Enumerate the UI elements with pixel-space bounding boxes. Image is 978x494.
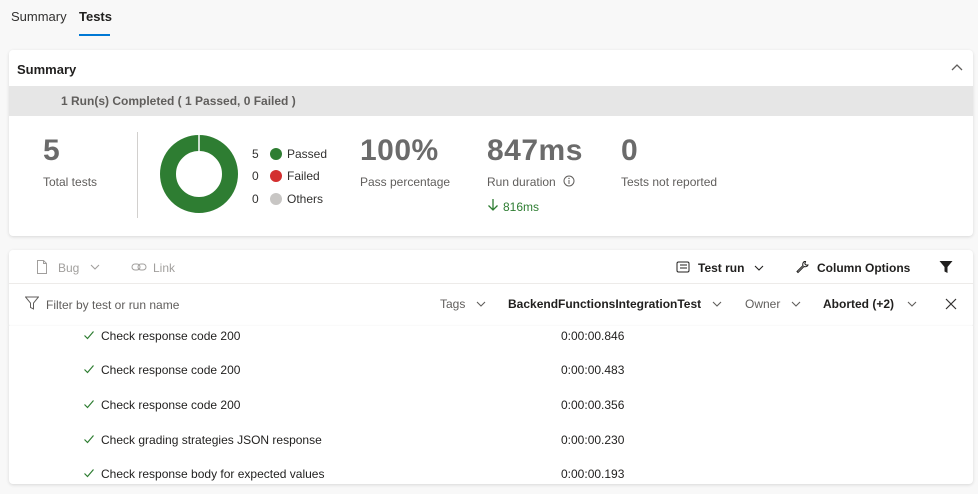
- summary-title: Summary: [17, 62, 77, 77]
- test-name: Check response code 200: [101, 398, 241, 412]
- toolbar-divider: [9, 283, 973, 284]
- filter-icon: [25, 296, 39, 310]
- document-icon: [37, 260, 47, 274]
- pass-percentage-value: 100%: [360, 134, 439, 167]
- legend-others-count: 0: [252, 192, 259, 206]
- test-run-label: Test run: [698, 261, 745, 275]
- check-icon: [84, 435, 94, 444]
- test-name: Check grading strategies JSON response: [101, 433, 322, 447]
- legend-others: 0 Others: [252, 192, 352, 208]
- column-options-label: Column Options: [817, 261, 911, 275]
- run-duration-delta: 816ms: [503, 200, 540, 214]
- test-duration: 0:00:00.230: [561, 433, 625, 447]
- tags-label: Tags: [440, 297, 466, 311]
- pass-percentage-label: Pass percentage: [360, 175, 451, 189]
- legend-passed-label: Passed: [287, 147, 328, 161]
- outcome-donut-chart: [160, 135, 238, 213]
- run-name-label: BackendFunctionsIntegrationTest: [508, 297, 702, 311]
- bug-label: Bug: [58, 261, 80, 275]
- legend-failed-label: Failed: [287, 169, 320, 183]
- arrow-down-icon: [488, 199, 498, 211]
- run-duration-label: Run duration: [487, 175, 556, 189]
- test-result-row[interactable]: Check response code 200 0:00:00.483: [9, 353, 973, 387]
- runs-status-bar: 1 Run(s) Completed ( 1 Passed, 0 Failed …: [9, 86, 973, 116]
- info-icon[interactable]: [563, 175, 575, 187]
- summary-divider: [137, 132, 138, 218]
- test-name: Check response body for expected values: [101, 467, 325, 481]
- test-result-row[interactable]: Check response body for expected values …: [9, 457, 973, 484]
- link-icon: [131, 263, 147, 271]
- legend-failed-count: 0: [252, 169, 259, 183]
- chevron-down-icon: [791, 301, 801, 307]
- test-name: Check response code 200: [101, 329, 241, 343]
- test-duration: 0:00:00.193: [561, 467, 625, 481]
- active-tab-indicator: [79, 34, 110, 36]
- tags-dropdown[interactable]: Tags: [440, 296, 490, 312]
- toolbar-card: Bug Link Test run Column Options Filter …: [9, 250, 973, 328]
- test-result-row[interactable]: Check grading strategies JSON response 0…: [9, 423, 973, 457]
- chevron-down-icon: [907, 301, 917, 307]
- chevron-up-icon[interactable]: [949, 60, 965, 76]
- test-duration: 0:00:00.483: [561, 363, 625, 377]
- others-dot-icon: [270, 193, 282, 205]
- owner-label: Owner: [745, 297, 781, 311]
- run-duration-value: 847ms: [487, 134, 583, 167]
- legend-others-label: Others: [287, 192, 324, 206]
- outcome-label: Aborted (+2): [823, 297, 895, 311]
- owner-dropdown[interactable]: Owner: [745, 296, 805, 312]
- chevron-down-icon: [90, 264, 100, 270]
- chevron-down-icon: [754, 265, 764, 271]
- check-icon: [84, 331, 94, 340]
- not-reported-value: 0: [621, 134, 639, 167]
- run-name-dropdown[interactable]: BackendFunctionsIntegrationTest: [508, 296, 728, 312]
- wrench-icon: [796, 261, 809, 274]
- total-tests-label: Total tests: [43, 175, 98, 189]
- summary-header[interactable]: Summary: [9, 50, 973, 86]
- page-tabs: Summary Tests: [0, 0, 978, 40]
- legend-passed-count: 5: [252, 147, 259, 161]
- link-label: Link: [153, 261, 176, 275]
- not-reported-label: Tests not reported: [621, 175, 718, 189]
- test-result-row[interactable]: Check response code 200 0:00:00.356: [9, 388, 973, 422]
- test-run-dropdown[interactable]: Test run: [676, 260, 766, 276]
- donut-passed-segment: [160, 135, 238, 213]
- clear-filters-close-icon[interactable]: [945, 298, 957, 310]
- column-options-button[interactable]: Column Options: [795, 260, 915, 276]
- runs-status-text: 1 Run(s) Completed ( 1 Passed, 0 Failed …: [61, 94, 296, 108]
- test-results-list: Check response code 200 0:00:00.846 Chec…: [9, 326, 973, 484]
- total-tests-value: 5: [43, 134, 61, 167]
- outcome-dropdown[interactable]: Aborted (+2): [823, 296, 923, 312]
- chevron-down-icon: [712, 301, 722, 307]
- tab-summary[interactable]: Summary: [11, 9, 67, 24]
- tab-tests[interactable]: Tests: [79, 9, 112, 24]
- failed-dot-icon: [270, 170, 282, 182]
- check-icon: [84, 469, 94, 478]
- filter-search-input[interactable]: Filter by test or run name: [46, 298, 179, 312]
- passed-dot-icon: [270, 148, 282, 160]
- chevron-down-icon: [476, 301, 486, 307]
- check-icon: [84, 365, 94, 374]
- legend-passed: 5 Passed: [252, 147, 352, 163]
- test-result-row[interactable]: Check response code 200 0:00:00.846: [9, 326, 973, 353]
- test-run-icon: [676, 261, 690, 273]
- legend-failed: 0 Failed: [252, 169, 352, 185]
- filter-funnel-icon[interactable]: [939, 260, 953, 274]
- test-name: Check response code 200: [101, 363, 241, 377]
- summary-card: Summary 1 Run(s) Completed ( 1 Passed, 0…: [9, 50, 973, 236]
- check-icon: [84, 400, 94, 409]
- test-duration: 0:00:00.846: [561, 329, 625, 343]
- test-duration: 0:00:00.356: [561, 398, 625, 412]
